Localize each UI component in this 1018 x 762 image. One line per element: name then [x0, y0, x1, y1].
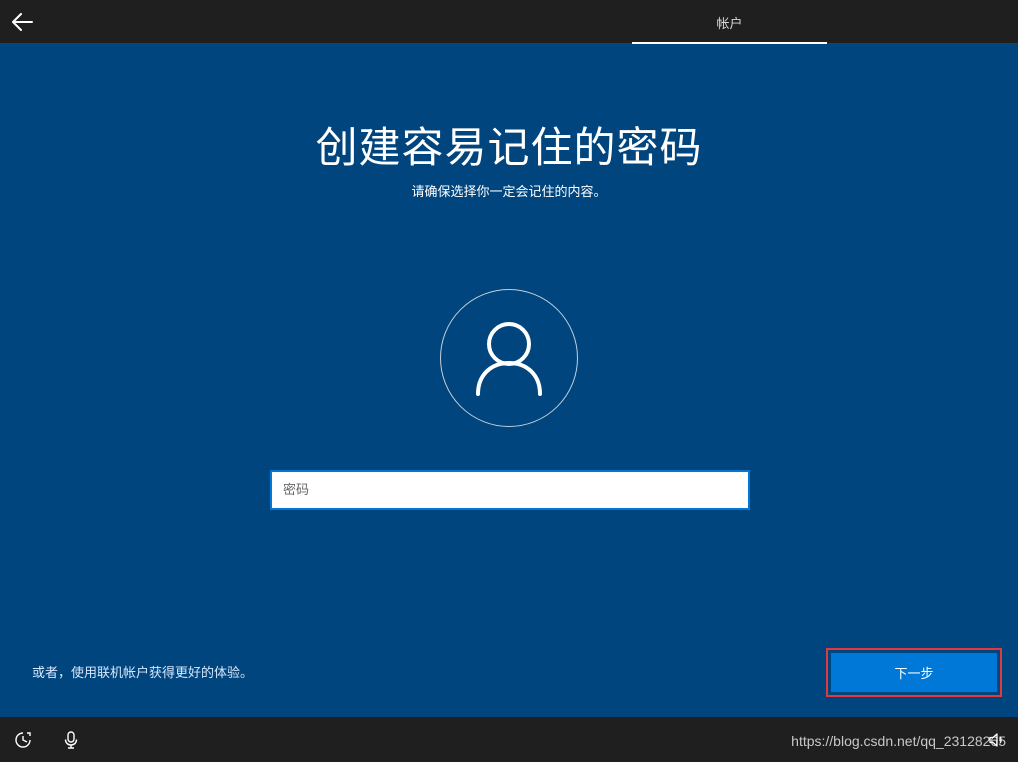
arrow-left-icon — [12, 13, 33, 31]
next-button[interactable]: 下一步 — [831, 653, 997, 692]
back-button[interactable] — [6, 6, 38, 38]
bottom-bar: https://blog.csdn.net/qq_23128265 — [0, 717, 1018, 762]
ease-of-access-icon — [15, 732, 31, 748]
tab-account[interactable]: 帐户 — [632, 0, 827, 44]
volume-button[interactable] — [988, 731, 1006, 749]
oobe-screen: 帐户 创建容易记住的密码 请确保选择你一定会记住的内容。 或者，使用联机帐户获得… — [0, 0, 1018, 762]
watermark-text: https://blog.csdn.net/qq_23128265 — [791, 733, 1006, 749]
microphone-icon — [64, 731, 78, 749]
password-input[interactable] — [270, 470, 750, 510]
page-subtitle: 请确保选择你一定会记住的内容。 — [411, 185, 607, 200]
volume-icon — [989, 733, 1002, 747]
main-panel: 创建容易记住的密码 请确保选择你一定会记住的内容。 或者，使用联机帐户获得更好的… — [0, 44, 1018, 717]
top-bar: 帐户 — [0, 0, 1018, 44]
user-icon — [476, 322, 542, 396]
page-title: 创建容易记住的密码 — [315, 123, 703, 172]
microphone-button[interactable] — [62, 731, 80, 749]
online-account-link[interactable]: 或者，使用联机帐户获得更好的体验。 — [32, 665, 253, 683]
ease-of-access-button[interactable] — [14, 731, 32, 749]
avatar — [440, 289, 578, 427]
